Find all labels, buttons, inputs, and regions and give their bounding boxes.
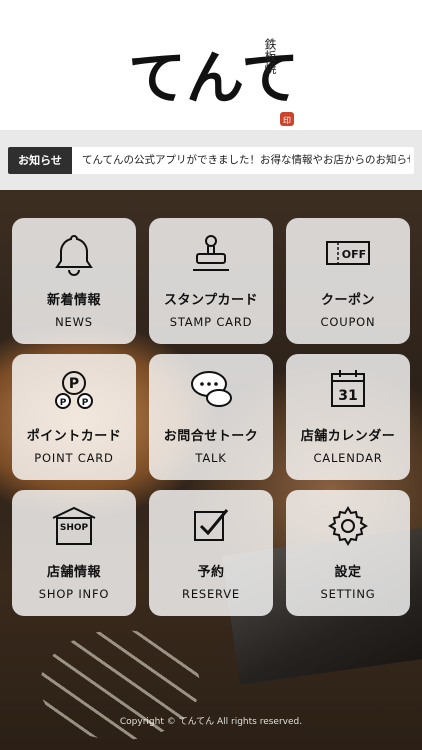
news-text[interactable]: てんてんの公式アプリができました！お得な情報やお店からのお知らせを [82,147,410,174]
menu-label-en: NEWS [55,315,93,329]
svg-text:印: 印 [283,116,291,125]
menu-tile-talk[interactable]: お問合せトーク TALK [149,354,273,480]
svg-text:SHOP: SHOP [60,523,89,533]
app-header: てんてん 鉄板焼 印 [0,0,422,130]
menu-label-en: CALENDAR [313,451,383,465]
menu-tile-shop-info[interactable]: SHOP 店舗情報 SHOP INFO [12,490,136,616]
menu-tile-reserve[interactable]: 予約 RESERVE [149,490,273,616]
news-ticker-bar: お知らせ てんてんの公式アプリができました！お得な情報やお店からのお知らせを [0,130,422,190]
shop-icon: SHOP [52,506,96,545]
menu-label-jp: お問合せトーク [163,429,259,444]
menu-label-jp: 設定 [334,565,362,580]
menu-tile-point-card[interactable]: P P P ポイントカード POINT CARD [12,354,136,480]
menu-label-en: RESERVE [182,587,240,601]
reserve-icon [194,509,229,541]
menu-label-en: POINT CARD [34,451,114,465]
gear-icon [328,506,368,546]
coupon-icon: OFF [326,241,370,265]
menu-label-en: SETTING [320,587,376,601]
svg-text:31: 31 [338,388,357,404]
menu-label-jp: 店舗カレンダー [300,429,396,444]
menu-tile-setting[interactable]: 設定 SETTING [286,490,410,616]
menu-label-jp: 店舗情報 [46,565,101,580]
menu-tile-stamp-card[interactable]: スタンプカード STAMP CARD [149,218,273,344]
menu-label-en: COUPON [320,315,376,329]
menu-label-jp: 新着情報 [46,293,101,308]
calendar-icon: 31 [331,370,365,407]
menu-tile-calendar[interactable]: 31 店舗カレンダー CALENDAR [286,354,410,480]
menu-label-en: SHOP INFO [38,587,110,601]
menu-label-jp: 予約 [197,565,225,580]
tenten-logo: てんてん 鉄板焼 印 [128,37,300,126]
svg-text:P: P [69,376,79,392]
menu-tile-news[interactable]: 新着情報 NEWS [12,218,136,344]
svg-text:OFF: OFF [342,248,366,261]
menu-tile-coupon[interactable]: OFF クーポン COUPON [286,218,410,344]
menu-label-en: TALK [195,451,227,465]
copyright-text: Copyright © てんてん All rights reserved. [119,717,303,727]
chat-icon [191,371,232,407]
menu-label-jp: クーポン [320,293,375,308]
svg-text:P: P [60,398,67,408]
stamp-icon [193,235,229,271]
points-icon: P P P [55,371,93,409]
menu-label-jp: スタンプカード [163,293,259,308]
news-ticker[interactable]: お知らせ てんてんの公式アプリができました！お得な情報やお店からのお知らせを [8,147,414,174]
menu-label-jp: ポイントカード [26,429,122,444]
news-label: お知らせ [8,147,72,174]
bell-icon [55,234,93,276]
svg-text:鉄板焼: 鉄板焼 [263,37,277,74]
menu-label-en: STAMP CARD [169,315,253,329]
svg-text:P: P [82,398,89,408]
